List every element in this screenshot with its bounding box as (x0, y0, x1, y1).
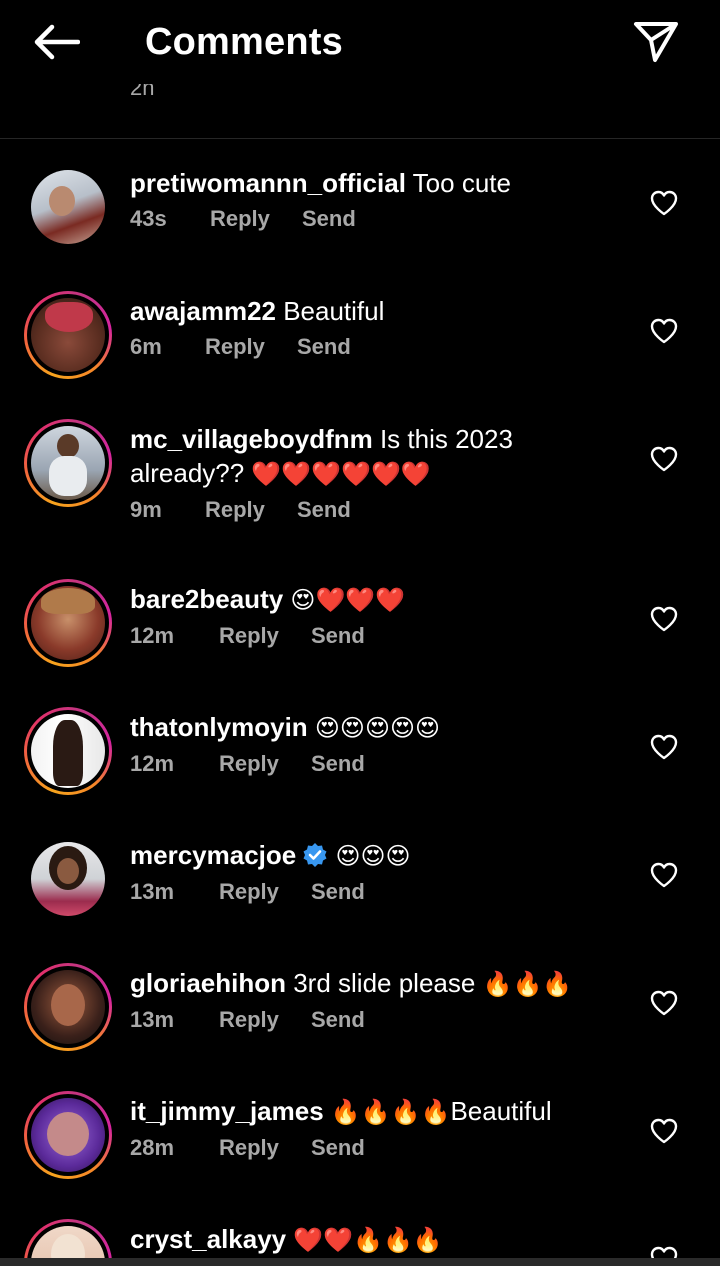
heart-icon[interactable] (650, 606, 678, 632)
avatar[interactable] (24, 419, 112, 507)
comment-username[interactable]: pretiwomannn_official (130, 168, 406, 198)
comment-time: 13m (130, 1007, 175, 1032)
send-button[interactable]: Send (297, 334, 351, 360)
comment-time: 13m (130, 879, 175, 904)
comment-emoji: 🔥🔥🔥 (482, 970, 573, 998)
share-button[interactable] (628, 16, 684, 68)
avatar[interactable] (24, 163, 112, 251)
comment-item: bare2beauty 😍❤️❤️❤️ 12m Reply Send (0, 566, 720, 694)
reply-button[interactable]: Reply (210, 206, 302, 232)
comment-time: 43s (130, 206, 167, 231)
heart-icon[interactable] (650, 1118, 678, 1144)
avatar[interactable] (24, 963, 112, 1051)
reply-button[interactable]: Reply (219, 879, 311, 905)
comment-text-after: Beautiful (450, 1096, 552, 1126)
comment-item: pretiwomannn_official Too cute 43s Reply… (0, 150, 720, 278)
verified-badge-icon (303, 843, 327, 867)
comment-emoji: 😍😍😍 (335, 842, 411, 870)
comment-text (324, 1096, 331, 1126)
comment-time: 28m (130, 1135, 175, 1160)
send-button[interactable]: Send (311, 1007, 365, 1033)
heart-icon[interactable] (650, 446, 678, 472)
comment-username[interactable]: mercymacjoe (130, 840, 296, 870)
page-title: Comments (145, 21, 343, 63)
comment-username[interactable]: it_jimmy_james (130, 1096, 324, 1126)
avatar[interactable] (24, 1091, 112, 1179)
reply-button[interactable]: Reply (219, 623, 311, 649)
comment-username[interactable]: cryst_alkayy (130, 1224, 286, 1254)
avatar[interactable] (24, 835, 112, 923)
comment-emoji: ❤️❤️❤️❤️❤️❤️ (251, 460, 431, 488)
heart-icon[interactable] (650, 862, 678, 888)
comment-item: cryst_alkayy ❤️❤️🔥🔥🔥 (0, 1206, 720, 1258)
comment-item: awajamm22 Beautiful 6m Reply Send (0, 278, 720, 406)
reply-button[interactable]: Reply (219, 751, 311, 777)
comment-emoji: 🔥🔥🔥🔥 (330, 1098, 451, 1126)
bottom-scroll-edge (0, 1258, 720, 1266)
send-button[interactable]: Send (297, 497, 351, 523)
comment-text (308, 712, 315, 742)
comment-text: Too cute (405, 168, 511, 198)
comment-time: 6m (130, 334, 162, 359)
heart-icon[interactable] (650, 190, 678, 216)
send-button[interactable]: Send (311, 751, 365, 777)
back-button[interactable] (28, 20, 84, 64)
send-button[interactable]: Send (311, 879, 365, 905)
comment-time: 12m (130, 623, 175, 648)
arrow-left-icon (34, 24, 80, 60)
avatar[interactable] (24, 291, 112, 379)
comment-emoji: 😍😍😍😍😍 (314, 714, 441, 742)
heart-icon[interactable] (650, 990, 678, 1016)
comment-username[interactable]: thatonlymoyin (130, 712, 308, 742)
comment-text: Beautiful (275, 296, 385, 326)
comment-item: gloriaehihon 3rd slide please 🔥🔥🔥 13m Re… (0, 950, 720, 1078)
reply-button[interactable]: Reply (205, 497, 297, 523)
reply-button[interactable]: Reply (219, 1135, 311, 1161)
heart-icon[interactable] (650, 318, 678, 344)
avatar[interactable] (24, 579, 112, 667)
send-button[interactable]: Send (311, 1135, 365, 1161)
comment-time: 9m (130, 497, 162, 522)
comment-username[interactable]: mc_villageboydfnm (130, 424, 373, 454)
top-bar: Comments (0, 0, 720, 84)
send-button[interactable]: Send (302, 206, 356, 232)
avatar[interactable] (24, 707, 112, 795)
comment-item: it_jimmy_james 🔥🔥🔥🔥Beautiful 28m Reply S… (0, 1078, 720, 1206)
heart-icon[interactable] (650, 1246, 678, 1258)
comment-username[interactable]: awajamm22 (130, 296, 276, 326)
heart-icon[interactable] (650, 734, 678, 760)
comment-username[interactable]: gloriaehihon (130, 968, 286, 998)
comment-item: thatonlymoyin 😍😍😍😍😍 12m Reply Send (0, 694, 720, 822)
comment-text: 3rd slide please (286, 968, 483, 998)
reply-button[interactable]: Reply (219, 1007, 311, 1033)
comment-time: 12m (130, 751, 175, 776)
reply-button[interactable]: Reply (205, 334, 297, 360)
comment-item: mc_villageboydfnm Is this 2023 already??… (0, 406, 720, 566)
comment-username[interactable]: bare2beauty (130, 584, 283, 614)
avatar[interactable] (24, 1219, 112, 1258)
comment-list: pretiwomannn_official Too cute 43s Reply… (0, 0, 720, 1266)
send-button[interactable]: Send (311, 623, 365, 649)
comment-item: mercymacjoe 😍😍😍 13m Reply Send (0, 822, 720, 950)
paper-plane-icon (634, 22, 678, 62)
comment-emoji: 😍❤️❤️❤️ (290, 586, 406, 614)
comment-emoji: ❤️❤️🔥🔥🔥 (293, 1226, 443, 1254)
